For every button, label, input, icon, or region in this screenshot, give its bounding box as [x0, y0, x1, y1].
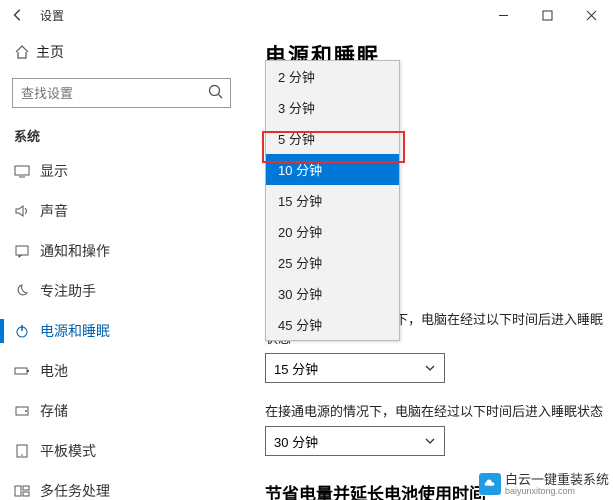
dropdown-option[interactable]: 10 分钟 — [266, 154, 399, 185]
sidebar-item-sound[interactable]: 声音 — [0, 191, 243, 231]
multitasking-icon — [14, 483, 40, 499]
notifications-icon — [14, 243, 40, 259]
sleep-battery-value: 15 分钟 — [274, 359, 318, 378]
chevron-down-icon — [424, 362, 436, 374]
sidebar-section-label: 系统 — [0, 118, 243, 151]
tablet-icon — [14, 443, 40, 459]
sidebar-item-battery[interactable]: 电池 — [0, 351, 243, 391]
sidebar-item-label: 平板模式 — [40, 441, 96, 461]
dropdown-option[interactable]: 30 分钟 — [266, 278, 399, 309]
watermark-logo-icon — [479, 473, 501, 495]
minimize-button[interactable] — [481, 0, 525, 30]
sidebar-home-label: 主页 — [36, 42, 64, 62]
sidebar-item-storage[interactable]: 存储 — [0, 391, 243, 431]
sidebar-item-label: 通知和操作 — [40, 241, 110, 261]
sidebar-item-focus-assist[interactable]: 专注助手 — [0, 271, 243, 311]
dropdown-option[interactable]: 3 分钟 — [266, 92, 399, 123]
dropdown-option[interactable]: 45 分钟 — [266, 309, 399, 340]
home-icon — [14, 44, 36, 60]
sleep-plugged-value: 30 分钟 — [274, 432, 318, 451]
sidebar-item-label: 显示 — [40, 161, 68, 181]
sidebar-item-label: 多任务处理 — [40, 481, 110, 500]
sidebar-item-label: 声音 — [40, 201, 68, 221]
sidebar-item-notifications[interactable]: 通知和操作 — [0, 231, 243, 271]
sidebar-item-tablet-mode[interactable]: 平板模式 — [0, 431, 243, 471]
sidebar-item-multitasking[interactable]: 多任务处理 — [0, 471, 243, 500]
watermark: 白云一键重装系统 baiyunxitong.com — [479, 473, 609, 496]
dropdown-option[interactable]: 25 分钟 — [266, 247, 399, 278]
time-dropdown[interactable]: 2 分钟3 分钟5 分钟10 分钟15 分钟20 分钟25 分钟30 分钟45 … — [265, 60, 400, 341]
sidebar-item-label: 专注助手 — [40, 281, 96, 301]
dropdown-option[interactable]: 20 分钟 — [266, 216, 399, 247]
search-icon — [207, 83, 225, 101]
sound-icon — [14, 203, 40, 219]
dropdown-option[interactable]: 2 分钟 — [266, 61, 399, 92]
search-input[interactable] — [12, 78, 231, 108]
sidebar-item-label: 电池 — [40, 361, 68, 381]
focus-icon — [14, 283, 40, 299]
power-icon — [14, 323, 40, 339]
sidebar-item-label: 电源和睡眠 — [40, 321, 110, 341]
dropdown-option[interactable]: 15 分钟 — [266, 185, 399, 216]
sleep-plugged-label: 在接通电源的情况下，电脑在经过以下时间后进入睡眠状态 — [265, 401, 603, 420]
sidebar-nav-list: 显示 声音 通知和操作 专注助手 电源和睡眠 — [0, 151, 243, 500]
chevron-down-icon — [424, 435, 436, 447]
sleep-battery-combo[interactable]: 15 分钟 — [265, 353, 445, 383]
back-button[interactable] — [6, 3, 30, 27]
sleep-plugged-combo[interactable]: 30 分钟 — [265, 426, 445, 456]
sidebar-item-label: 存储 — [40, 401, 68, 421]
sidebar-home[interactable]: 主页 — [0, 34, 243, 70]
maximize-button[interactable] — [525, 0, 569, 30]
watermark-url: baiyunxitong.com — [505, 487, 609, 496]
watermark-name: 白云一键重装系统 — [505, 473, 609, 487]
dropdown-option[interactable]: 5 分钟 — [266, 123, 399, 154]
display-icon — [14, 163, 40, 179]
sidebar-item-display[interactable]: 显示 — [0, 151, 243, 191]
sidebar-item-power-sleep[interactable]: 电源和睡眠 — [0, 311, 243, 351]
close-button[interactable] — [569, 0, 613, 30]
window-title: 设置 — [40, 7, 64, 24]
storage-icon — [14, 403, 40, 419]
battery-icon — [14, 363, 40, 379]
